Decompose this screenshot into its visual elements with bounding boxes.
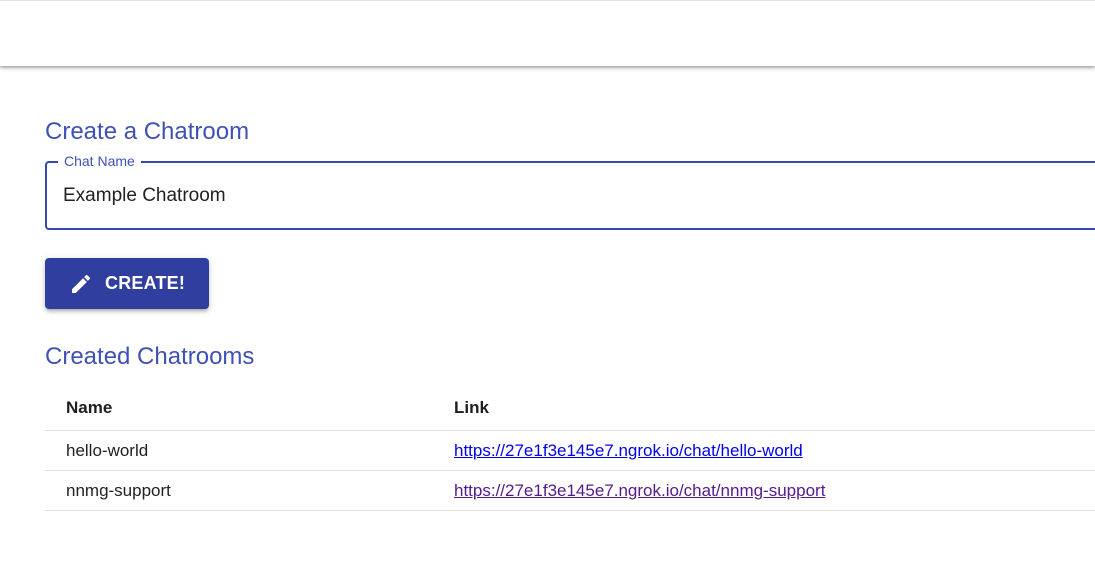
chatroom-link[interactable]: https://27e1f3e145e7.ngrok.io/chat/nnmg-…: [454, 481, 825, 501]
chatroom-name: hello-world: [66, 440, 149, 460]
chatrooms-table: Name Link hello-world https://27e1f3e145…: [45, 386, 1095, 511]
table-row: hello-world https://27e1f3e145e7.ngrok.i…: [45, 431, 1095, 471]
chat-name-label: Chat Name: [58, 152, 141, 170]
create-chatroom-heading: Create a Chatroom: [45, 118, 250, 145]
create-button[interactable]: CREATE!: [45, 258, 209, 309]
table-header-row: Name Link: [45, 386, 1095, 431]
create-button-label: CREATE!: [105, 273, 186, 293]
chatroom-name: nnmg-support: [66, 480, 171, 500]
pencil-icon: [69, 272, 93, 296]
column-header-name: Name: [66, 398, 113, 417]
created-chatrooms-heading: Created Chatrooms: [45, 343, 255, 370]
app-bar: [0, 0, 1095, 66]
chat-name-field[interactable]: Chat Name: [45, 152, 1095, 230]
chatroom-link[interactable]: https://27e1f3e145e7.ngrok.io/chat/hello…: [454, 441, 803, 461]
table-row: nnmg-support https://27e1f3e145e7.ngrok.…: [45, 471, 1095, 511]
column-header-link: Link: [454, 398, 489, 417]
chat-name-input[interactable]: [63, 179, 963, 213]
